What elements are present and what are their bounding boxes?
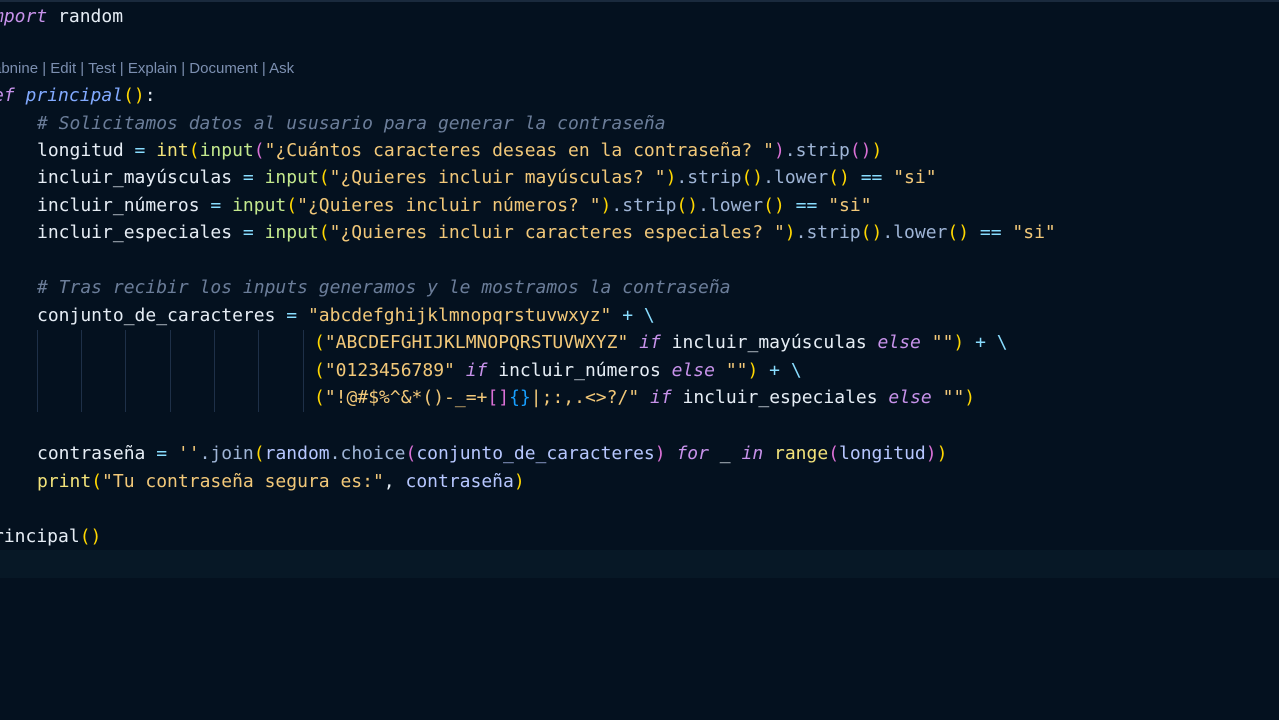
code-line-especiales[interactable]: incluir_especiales = input("¿Quieres inc…: [37, 219, 1056, 246]
codelens-explain[interactable]: Explain: [128, 60, 177, 77]
code-line-def[interactable]: ef principal():: [0, 82, 156, 109]
code-line-print[interactable]: print("Tu contraseña segura es:", contra…: [37, 468, 525, 495]
indent-guide: [37, 330, 38, 412]
code-line-special-set[interactable]: ("!@#$%^&*()-_=+[]{}|;:,.<>?/" if inclui…: [314, 384, 975, 411]
indent-guide: [214, 330, 215, 412]
indent-guide: [81, 330, 82, 412]
code-line-mayusculas[interactable]: incluir_mayúsculas = input("¿Quieres inc…: [37, 164, 937, 191]
code-line-longitud[interactable]: longitud = int(input("¿Cuántos caractere…: [37, 137, 882, 164]
code-editor[interactable]: mport random abnine | Edit | Test | Expl…: [0, 0, 1279, 720]
code-line-numeros[interactable]: incluir_números = input("¿Quieres inclui…: [37, 192, 872, 219]
code-line-contrasena[interactable]: contraseña = ''.join(random.choice(conju…: [37, 440, 947, 467]
codelens-edit[interactable]: Edit: [50, 60, 76, 77]
indent-guide: [125, 330, 126, 412]
code-line-upper-set[interactable]: ("ABCDEFGHIJKLMNOPQRSTUVWXYZ" if incluir…: [314, 329, 1008, 356]
codelens-tabnine[interactable]: abnine: [0, 60, 38, 77]
indent-guide: [303, 330, 304, 412]
codelens-test[interactable]: Test: [88, 60, 116, 77]
code-line-comment-2[interactable]: # Tras recibir los inputs generamos y le…: [37, 274, 731, 301]
code-line-import[interactable]: mport random: [0, 3, 123, 30]
codelens-document[interactable]: Document: [189, 60, 257, 77]
tabnine-codelens: abnine | Edit | Test | Explain | Documen…: [0, 59, 294, 79]
indent-guide: [258, 330, 259, 412]
code-line-digit-set[interactable]: ("0123456789" if incluir_números else ""…: [314, 357, 802, 384]
codelens-ask[interactable]: Ask: [269, 60, 294, 77]
code-line-call-principal[interactable]: rincipal(): [0, 523, 101, 550]
code-line-comment-1[interactable]: # Solicitamos datos al ususario para gen…: [37, 110, 666, 137]
code-line-conjunto[interactable]: conjunto_de_caracteres = "abcdefghijklmn…: [37, 302, 655, 329]
indent-guide: [170, 330, 171, 412]
